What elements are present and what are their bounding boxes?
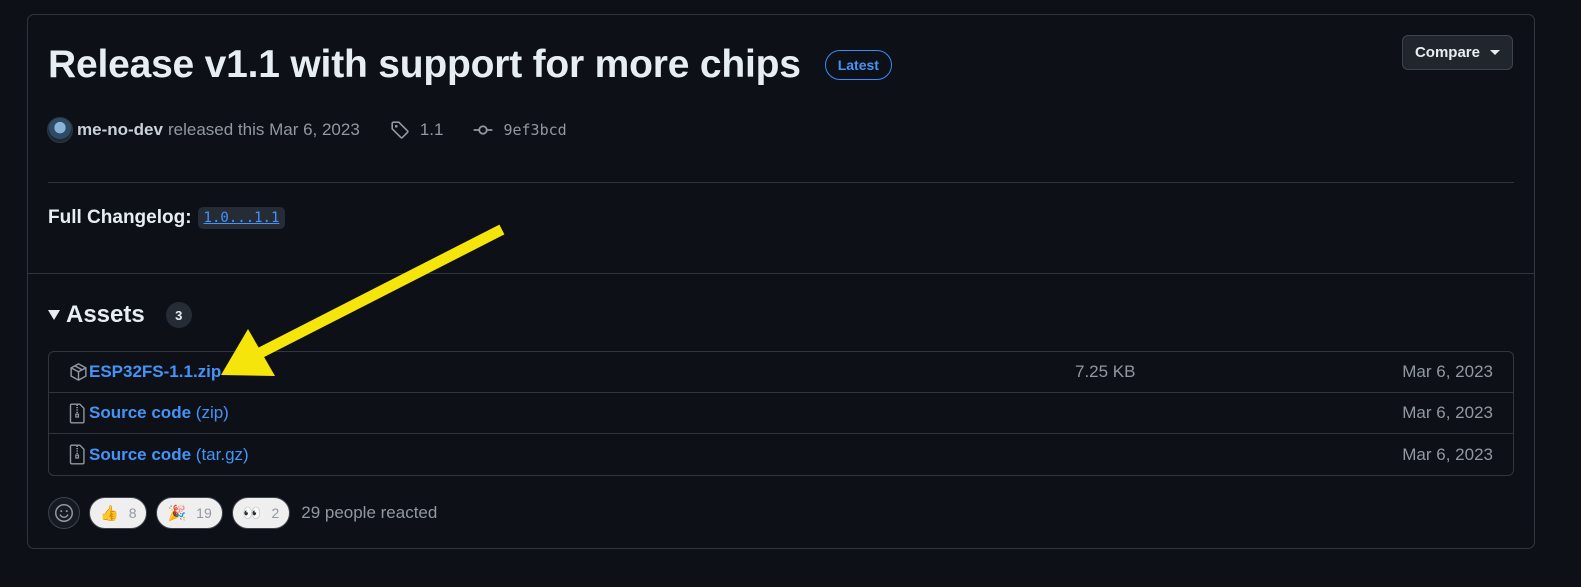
asset-name: Source code bbox=[89, 444, 192, 464]
asset-download-link[interactable]: ESP32FS-1.1.zip bbox=[89, 362, 221, 382]
file-zip-icon bbox=[69, 444, 85, 465]
compare-button[interactable]: Compare bbox=[1401, 35, 1513, 70]
assets-toggle[interactable]: Assets 3 bbox=[48, 301, 192, 329]
asset-name: Source code bbox=[89, 403, 192, 422]
changelog-compare-link[interactable]: 1.0...1.1 bbox=[197, 207, 286, 229]
assets-heading: Assets bbox=[66, 301, 145, 328]
assets-count-badge: 3 bbox=[165, 302, 192, 328]
reactions-bar: 👍 8 🎉 19 👀 2 29 people reacted bbox=[48, 497, 437, 529]
latest-badge: Latest bbox=[824, 50, 892, 80]
changelog-label: Full Changelog: bbox=[48, 207, 192, 228]
avatar[interactable] bbox=[47, 117, 73, 143]
release-meta: me-no-dev released this Mar 6, 2023 1.1 … bbox=[47, 117, 567, 143]
author-link[interactable]: me-no-dev bbox=[77, 120, 163, 140]
released-text: released this Mar 6, 2023 bbox=[167, 120, 360, 139]
asset-date: Mar 6, 2023 bbox=[1402, 403, 1493, 422]
release-title[interactable]: Release v1.1 with support for more chips bbox=[48, 43, 801, 87]
reaction-eyes[interactable]: 👀 2 bbox=[231, 497, 291, 529]
asset-row: Source code (zip) Mar 6, 2023 bbox=[49, 393, 1513, 434]
compare-label: Compare bbox=[1414, 44, 1480, 61]
thumbs-up-icon: 👍 bbox=[100, 504, 119, 522]
changelog: Full Changelog: 1.0...1.1 bbox=[48, 207, 286, 229]
release-card: Release v1.1 with support for more chips… bbox=[27, 14, 1535, 549]
reaction-tada[interactable]: 🎉 19 bbox=[156, 497, 223, 529]
smiley-icon bbox=[55, 504, 73, 522]
commit-hash: 9ef3bcd bbox=[503, 121, 567, 139]
reaction-thumbs-up[interactable]: 👍 8 bbox=[89, 497, 148, 529]
release-header: Release v1.1 with support for more chips… bbox=[48, 43, 892, 87]
commit-link[interactable]: 9ef3bcd bbox=[473, 120, 567, 140]
reaction-count: 19 bbox=[196, 505, 212, 521]
tag-link[interactable]: 1.1 bbox=[390, 120, 444, 140]
source-code-zip-link[interactable]: Source code (zip) bbox=[89, 403, 229, 423]
add-reaction-button[interactable] bbox=[48, 497, 80, 529]
asset-format: (zip) bbox=[195, 403, 229, 422]
eyes-icon: 👀 bbox=[242, 504, 262, 522]
asset-date: Mar 6, 2023 bbox=[1402, 444, 1493, 464]
asset-row: Source code (tar.gz) Mar 6, 2023 bbox=[49, 434, 1513, 475]
file-zip-icon bbox=[69, 403, 85, 424]
chevron-down-icon bbox=[1490, 50, 1500, 55]
asset-format: (tar.gz) bbox=[195, 444, 249, 464]
source-code-targz-link[interactable]: Source code (tar.gz) bbox=[89, 445, 249, 465]
tada-icon: 🎉 bbox=[167, 504, 187, 522]
triangle-down-icon bbox=[48, 310, 60, 320]
reaction-count: 2 bbox=[271, 505, 280, 521]
divider bbox=[48, 182, 1514, 183]
git-commit-icon bbox=[474, 125, 493, 135]
divider bbox=[28, 273, 1534, 274]
reaction-count: 8 bbox=[128, 505, 137, 521]
asset-date: Mar 6, 2023 bbox=[1402, 362, 1493, 381]
asset-row: ESP32FS-1.1.zip 7.25 KB Mar 6, 2023 bbox=[49, 352, 1513, 393]
assets-list: ESP32FS-1.1.zip 7.25 KB Mar 6, 2023 Sour… bbox=[48, 351, 1514, 476]
tag-label: 1.1 bbox=[419, 120, 444, 139]
package-icon bbox=[70, 363, 87, 381]
asset-size: 7.25 KB bbox=[1075, 362, 1136, 381]
reactions-summary: 29 people reacted bbox=[301, 503, 438, 522]
asset-name: ESP32FS-1.1.zip bbox=[89, 362, 222, 381]
tag-icon bbox=[391, 121, 409, 139]
